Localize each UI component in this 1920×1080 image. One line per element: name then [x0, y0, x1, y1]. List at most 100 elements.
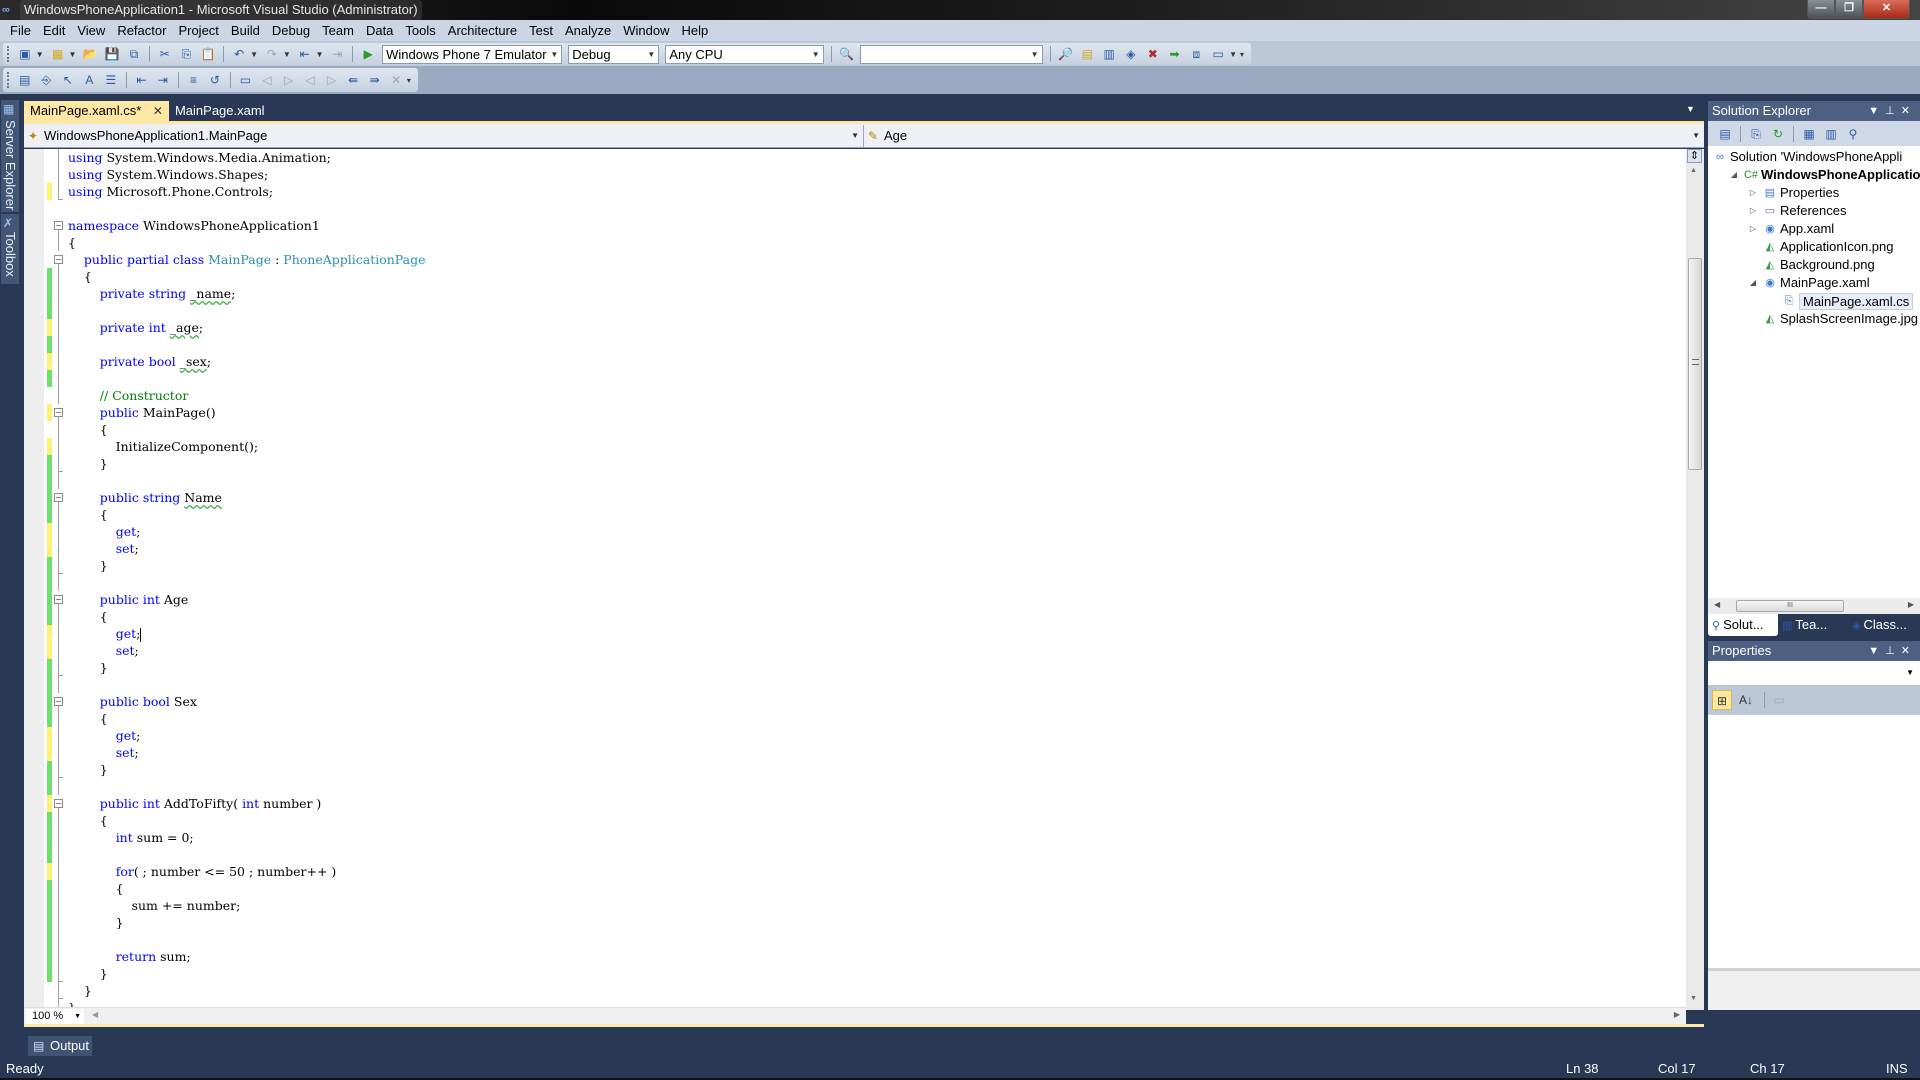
code-line[interactable]: InitializeComponent();	[44, 438, 1684, 455]
code-line[interactable]: − namespace WindowsPhoneApplication1	[44, 217, 1684, 234]
tab-mainpage-xaml[interactable]: MainPage.xaml	[169, 101, 271, 121]
properties-window-icon[interactable]: ▤	[1078, 46, 1096, 62]
view-code-icon[interactable]: ▦	[1800, 126, 1818, 142]
code-line[interactable]: using Microsoft.Phone.Controls;	[44, 183, 1684, 200]
code-line[interactable]: for( ; number <= 50 ; number++ )	[44, 863, 1684, 880]
code-line[interactable]: set;	[44, 744, 1684, 761]
start-page-icon[interactable]: ▭	[1209, 46, 1227, 62]
redo-dropdown[interactable]: ▼	[283, 50, 291, 59]
collapse-icon[interactable]: −	[53, 251, 64, 268]
tab-overflow-icon[interactable]: ▼	[1686, 104, 1695, 114]
properties-icon[interactable]: ▤	[1716, 126, 1734, 142]
member-combo[interactable]: ✎ Age ▼	[864, 125, 1704, 147]
tree-item[interactable]: ∞ Solution 'WindowsPhoneAppli	[1708, 148, 1920, 166]
code-line[interactable]: }	[44, 557, 1684, 574]
list-members-icon[interactable]: ▤	[16, 72, 34, 88]
tree-item[interactable]: ◭ ApplicationIcon.png	[1708, 238, 1920, 256]
code-line[interactable]	[44, 370, 1684, 387]
refresh-icon[interactable]: ↻	[1769, 126, 1787, 142]
menu-refactor[interactable]: Refactor	[111, 20, 172, 41]
scroll-left-icon[interactable]: ◀	[92, 1010, 98, 1019]
paste-icon[interactable]: 📋	[200, 46, 218, 62]
uncomment-lines-icon[interactable]: ↺	[206, 72, 224, 88]
code-editor[interactable]: using System.Windows.Media.Animation; usi…	[24, 149, 1704, 1010]
alphabetical-icon[interactable]: A↓	[1736, 690, 1756, 710]
immediate-window-icon[interactable]: ➡	[1166, 46, 1184, 62]
property-pages-icon[interactable]: ▭	[1769, 690, 1789, 710]
code-line[interactable]: return sum;	[44, 948, 1684, 965]
code-line[interactable]: private string _name;	[44, 285, 1684, 302]
code-line[interactable]: {	[44, 710, 1684, 727]
code-line[interactable]: }	[44, 965, 1684, 982]
tab-class-view[interactable]: ◈ Class...	[1848, 614, 1918, 636]
pin-icon[interactable]: ⊥	[1885, 645, 1901, 657]
code-line[interactable]: get;	[44, 727, 1684, 744]
toolbar-grip[interactable]	[7, 72, 10, 88]
code-line[interactable]	[44, 472, 1684, 489]
expand-icon[interactable]: ▷	[1748, 184, 1758, 202]
extension-manager-icon[interactable]: ✖	[1144, 46, 1162, 62]
expand-icon[interactable]: ▷	[1748, 202, 1758, 220]
scroll-right-icon[interactable]: ▶	[1908, 600, 1914, 609]
code-line[interactable]: − public int Age	[44, 591, 1684, 608]
navigate-forward-icon[interactable]: ⇥	[329, 46, 347, 62]
code-line[interactable]: get;	[44, 523, 1684, 540]
start-page-dropdown[interactable]: ▼	[1229, 50, 1237, 59]
tree-item[interactable]: ◢ C# WindowsPhoneApplicatio	[1708, 166, 1920, 184]
comment-lines-icon[interactable]: ≡	[185, 72, 203, 88]
code-line[interactable]: get;	[44, 625, 1684, 642]
horizontal-scrollbar[interactable]: 100 % ▼ ◀ ▶	[24, 1007, 1686, 1024]
collapse-icon[interactable]: −	[53, 693, 64, 710]
collapse-icon[interactable]: −	[53, 591, 64, 608]
undo-icon[interactable]: ↶	[230, 46, 248, 62]
toolbox-tab[interactable]: ✗ Toolbox	[1, 214, 19, 284]
save-icon[interactable]: 💾	[103, 46, 121, 62]
code-line[interactable]: − public string Name	[44, 489, 1684, 506]
menu-help[interactable]: Help	[676, 20, 715, 41]
next-bookmark-icon[interactable]: ▷	[280, 72, 298, 88]
platform-combo[interactable]: Any CPU ▼	[665, 44, 824, 64]
menu-tools[interactable]: Tools	[399, 20, 441, 41]
panel-menu-icon[interactable]: ▼	[1868, 105, 1885, 117]
tree-item[interactable]: ⎘ MainPage.xaml.cs	[1708, 292, 1920, 310]
previous-bookmark-document-icon[interactable]: ⇚	[344, 72, 362, 88]
previous-bookmark-icon[interactable]: ◁	[258, 72, 276, 88]
new-project-icon[interactable]: ▣	[16, 46, 34, 62]
tab-team-explorer[interactable]: ▥ Tea...	[1778, 614, 1848, 636]
copy-icon[interactable]: ⎘	[178, 46, 196, 62]
code-line[interactable]: − public int AddToFifty( int number )	[44, 795, 1684, 812]
add-item-dropdown[interactable]: ▼	[69, 50, 77, 59]
tree-item[interactable]: ▷ ◉ App.xaml	[1708, 220, 1920, 238]
start-debugging-icon[interactable]: ▶	[359, 46, 377, 62]
tab-solution-explorer[interactable]: ⚲ Solut...	[1708, 614, 1778, 636]
code-line[interactable]: {	[44, 268, 1684, 285]
code-line[interactable]: − public partial class MainPage : PhoneA…	[44, 251, 1684, 268]
expand-icon[interactable]: ▷	[1748, 220, 1758, 238]
vertical-scrollbar[interactable]: ⇕ ▲ ▼	[1686, 149, 1704, 1010]
close-icon[interactable]: ✕	[153, 104, 163, 118]
menu-debug[interactable]: Debug	[266, 20, 316, 41]
code-line[interactable]	[44, 302, 1684, 319]
collapse-icon[interactable]: −	[53, 217, 64, 234]
clear-bookmarks-icon[interactable]: ✕	[387, 72, 405, 88]
server-explorer-tab[interactable]: ▦ Server Explorer	[1, 100, 19, 212]
menu-edit[interactable]: Edit	[37, 20, 71, 41]
menu-file[interactable]: File	[4, 20, 37, 41]
close-button[interactable]: ✕	[1863, 0, 1910, 19]
collapse-icon[interactable]: −	[53, 489, 64, 506]
code-line[interactable]: private bool _sex;	[44, 353, 1684, 370]
code-line[interactable]	[44, 574, 1684, 591]
find-in-files-icon[interactable]: 🔍	[838, 46, 856, 62]
panel-menu-icon[interactable]: ▼	[1868, 645, 1885, 657]
code-line[interactable]: using System.Windows.Media.Animation;	[44, 149, 1684, 166]
properties-grid[interactable]	[1708, 714, 1920, 968]
undo-dropdown[interactable]: ▼	[250, 50, 258, 59]
code-line[interactable]: }	[44, 455, 1684, 472]
code-line[interactable]	[44, 200, 1684, 217]
code-line[interactable]: }	[44, 659, 1684, 676]
tree-item[interactable]: ◢ ◉ MainPage.xaml	[1708, 274, 1920, 292]
view-designer-icon[interactable]: ▥	[1822, 126, 1840, 142]
collapse-icon[interactable]: ◢	[1748, 274, 1758, 292]
toggle-bookmark-icon[interactable]: ▭	[237, 72, 255, 88]
increase-indent-icon[interactable]: ⇥	[154, 72, 172, 88]
